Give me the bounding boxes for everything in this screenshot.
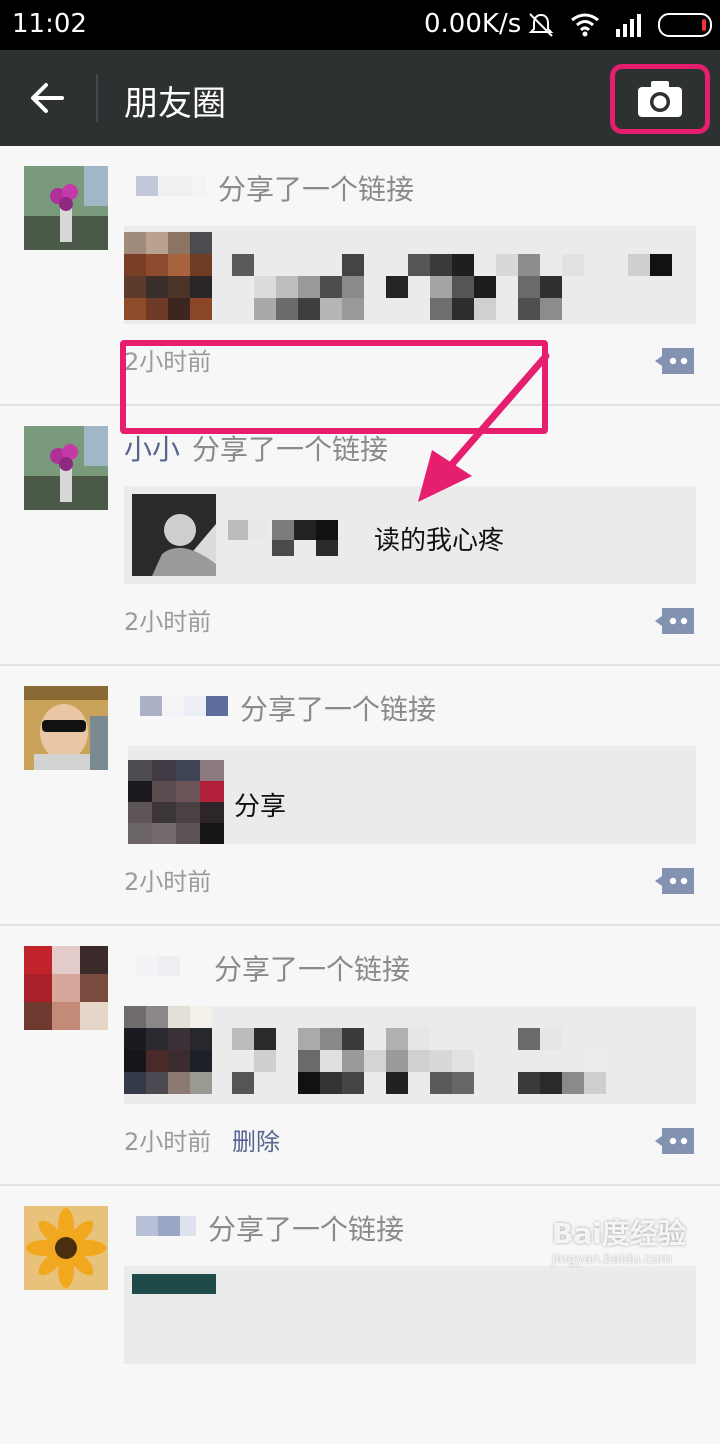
back-button[interactable] <box>18 70 78 126</box>
post-header: 分享了一个链接 <box>124 948 410 988</box>
link-card[interactable] <box>124 1006 696 1104</box>
share-action-text: 分享了一个链接 <box>240 693 437 726</box>
wifi-icon <box>571 13 599 37</box>
moment-post: 分享了一个链接 分享 2小时前 <box>0 666 720 926</box>
status-icons <box>526 8 712 42</box>
avatar[interactable] <box>24 946 108 1030</box>
link-card[interactable] <box>124 226 696 324</box>
post-time: 2小时前 <box>124 608 212 636</box>
link-card-title: 分享 <box>234 792 287 822</box>
moment-post: 分享了一个链接 2小时前 删除 <box>0 926 720 1186</box>
pixelated-name <box>136 176 206 200</box>
post-time: 2小时前 <box>124 868 212 896</box>
link-card[interactable] <box>124 1266 696 1364</box>
pixelated-content <box>124 1006 606 1094</box>
watermark-url: jingyan.baidu.com <box>552 1252 672 1267</box>
link-thumbnail <box>132 1274 216 1294</box>
back-arrow-icon <box>31 83 64 113</box>
page-title: 朋友圈 <box>124 84 226 124</box>
avatar[interactable] <box>24 426 108 510</box>
pixelated-title <box>228 520 338 556</box>
comment-icon <box>655 608 694 634</box>
status-time: 11:02 <box>12 9 87 39</box>
title-bar: 朋友圈 <box>0 50 720 146</box>
comment-button[interactable] <box>654 866 696 896</box>
link-card[interactable]: 分享 <box>128 746 696 844</box>
mute-icon <box>528 13 554 37</box>
post-time: 2小时前 <box>124 1128 212 1156</box>
post-header: 分享了一个链接 <box>128 688 436 728</box>
watermark: Bai度经验 jingyan.baidu.com <box>552 1212 686 1267</box>
watermark-logo: Bai度经验 <box>552 1217 686 1250</box>
comment-button[interactable] <box>654 606 696 636</box>
pixelated-content <box>124 232 672 320</box>
signal-icon <box>616 14 641 37</box>
link-thumbnail <box>132 494 216 576</box>
camera-button[interactable] <box>610 64 710 134</box>
post-author[interactable]: 小小 <box>124 428 180 468</box>
avatar[interactable] <box>24 686 108 770</box>
comment-button[interactable] <box>654 346 696 376</box>
annotation-arrow-icon <box>418 352 550 502</box>
status-bar: 11:02 0.00K/s <box>0 0 720 50</box>
pixelated-name <box>136 1216 196 1240</box>
battery-icon <box>658 13 712 37</box>
avatar[interactable] <box>24 166 108 250</box>
share-action-text: 分享了一个链接 <box>218 173 415 206</box>
comment-icon <box>655 348 694 374</box>
delete-link[interactable]: 删除 <box>232 1122 280 1157</box>
comment-button[interactable] <box>654 1126 696 1156</box>
post-header: 分享了一个链接 <box>124 1208 404 1248</box>
pixelated-name <box>140 696 228 720</box>
link-thumbnail <box>128 760 224 844</box>
post-header: 分享了一个链接 <box>124 168 414 208</box>
share-action-text: 分享了一个链接 <box>192 433 389 466</box>
camera-icon <box>638 81 682 117</box>
pixelated-name <box>136 956 202 980</box>
share-action-text: 分享了一个链接 <box>208 1213 405 1246</box>
post-header: 小小 分享了一个链接 <box>124 428 388 468</box>
network-speed: 0.00K/s <box>424 9 522 39</box>
comment-icon <box>655 1128 694 1154</box>
link-card-title: 读的我心疼 <box>374 526 505 556</box>
avatar[interactable] <box>24 1206 108 1290</box>
comment-icon <box>655 868 694 894</box>
title-divider <box>96 74 98 122</box>
share-action-text: 分享了一个链接 <box>214 953 411 986</box>
moment-post: 小小 分享了一个链接 读的我心疼 2小时前 <box>0 406 720 666</box>
